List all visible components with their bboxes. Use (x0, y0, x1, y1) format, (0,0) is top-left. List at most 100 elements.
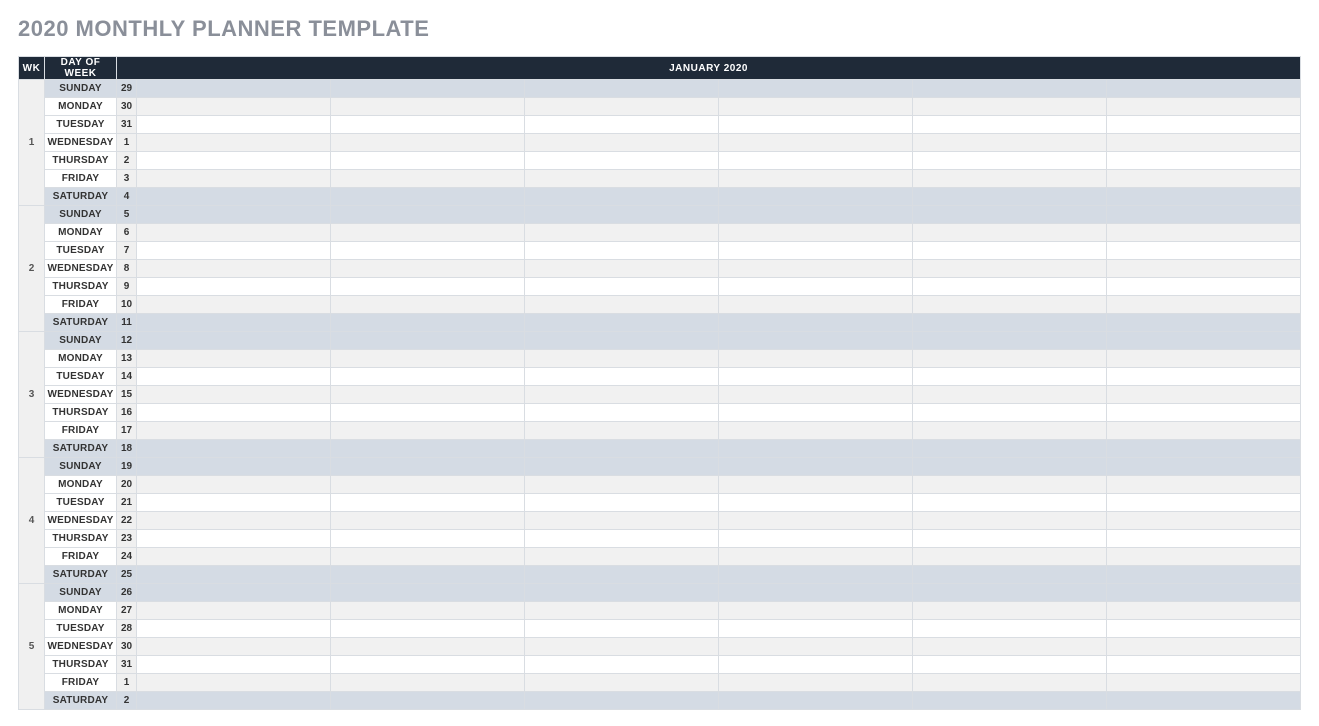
planner-slot[interactable] (331, 584, 525, 602)
planner-slot[interactable] (137, 332, 331, 350)
planner-slot[interactable] (525, 80, 719, 98)
planner-slot[interactable] (525, 242, 719, 260)
planner-slot[interactable] (913, 260, 1107, 278)
planner-slot[interactable] (137, 350, 331, 368)
planner-slot[interactable] (913, 134, 1107, 152)
planner-slot[interactable] (1107, 242, 1301, 260)
planner-slot[interactable] (1107, 386, 1301, 404)
planner-slot[interactable] (331, 494, 525, 512)
planner-slot[interactable] (1107, 188, 1301, 206)
planner-slot[interactable] (137, 494, 331, 512)
planner-slot[interactable] (525, 332, 719, 350)
planner-slot[interactable] (1107, 620, 1301, 638)
planner-slot[interactable] (525, 206, 719, 224)
planner-slot[interactable] (913, 332, 1107, 350)
planner-slot[interactable] (1107, 350, 1301, 368)
planner-slot[interactable] (525, 548, 719, 566)
planner-slot[interactable] (1107, 584, 1301, 602)
planner-slot[interactable] (1107, 314, 1301, 332)
planner-slot[interactable] (331, 278, 525, 296)
planner-slot[interactable] (137, 566, 331, 584)
planner-slot[interactable] (137, 458, 331, 476)
planner-slot[interactable] (719, 332, 913, 350)
planner-slot[interactable] (331, 602, 525, 620)
planner-slot[interactable] (913, 548, 1107, 566)
planner-slot[interactable] (137, 638, 331, 656)
planner-slot[interactable] (1107, 530, 1301, 548)
planner-slot[interactable] (913, 584, 1107, 602)
planner-slot[interactable] (1107, 404, 1301, 422)
planner-slot[interactable] (331, 530, 525, 548)
planner-slot[interactable] (913, 98, 1107, 116)
planner-slot[interactable] (137, 692, 331, 710)
planner-slot[interactable] (331, 692, 525, 710)
planner-slot[interactable] (525, 296, 719, 314)
planner-slot[interactable] (913, 80, 1107, 98)
planner-slot[interactable] (1107, 98, 1301, 116)
planner-slot[interactable] (719, 566, 913, 584)
planner-slot[interactable] (913, 422, 1107, 440)
planner-slot[interactable] (1107, 260, 1301, 278)
planner-slot[interactable] (1107, 440, 1301, 458)
planner-slot[interactable] (137, 152, 331, 170)
planner-slot[interactable] (137, 224, 331, 242)
planner-slot[interactable] (137, 440, 331, 458)
planner-slot[interactable] (913, 458, 1107, 476)
planner-slot[interactable] (1107, 206, 1301, 224)
planner-slot[interactable] (137, 386, 331, 404)
planner-slot[interactable] (331, 170, 525, 188)
planner-slot[interactable] (913, 530, 1107, 548)
planner-slot[interactable] (137, 134, 331, 152)
planner-slot[interactable] (525, 674, 719, 692)
planner-slot[interactable] (1107, 548, 1301, 566)
planner-slot[interactable] (1107, 80, 1301, 98)
planner-slot[interactable] (719, 152, 913, 170)
planner-slot[interactable] (525, 512, 719, 530)
planner-slot[interactable] (331, 296, 525, 314)
planner-slot[interactable] (525, 692, 719, 710)
planner-slot[interactable] (1107, 368, 1301, 386)
planner-slot[interactable] (719, 278, 913, 296)
planner-slot[interactable] (137, 530, 331, 548)
planner-slot[interactable] (719, 314, 913, 332)
planner-slot[interactable] (1107, 638, 1301, 656)
planner-slot[interactable] (719, 638, 913, 656)
planner-slot[interactable] (1107, 692, 1301, 710)
planner-slot[interactable] (331, 368, 525, 386)
planner-slot[interactable] (913, 188, 1107, 206)
planner-slot[interactable] (525, 638, 719, 656)
planner-slot[interactable] (719, 548, 913, 566)
planner-slot[interactable] (137, 314, 331, 332)
planner-slot[interactable] (1107, 656, 1301, 674)
planner-slot[interactable] (1107, 566, 1301, 584)
planner-slot[interactable] (913, 602, 1107, 620)
planner-slot[interactable] (913, 242, 1107, 260)
planner-slot[interactable] (913, 674, 1107, 692)
planner-slot[interactable] (137, 620, 331, 638)
planner-slot[interactable] (525, 440, 719, 458)
planner-slot[interactable] (719, 224, 913, 242)
planner-slot[interactable] (913, 296, 1107, 314)
planner-slot[interactable] (331, 566, 525, 584)
planner-slot[interactable] (525, 566, 719, 584)
planner-slot[interactable] (137, 98, 331, 116)
planner-slot[interactable] (331, 404, 525, 422)
planner-slot[interactable] (331, 206, 525, 224)
planner-slot[interactable] (913, 386, 1107, 404)
planner-slot[interactable] (913, 656, 1107, 674)
planner-slot[interactable] (719, 98, 913, 116)
planner-slot[interactable] (331, 422, 525, 440)
planner-slot[interactable] (525, 368, 719, 386)
planner-slot[interactable] (1107, 170, 1301, 188)
planner-slot[interactable] (331, 242, 525, 260)
planner-slot[interactable] (719, 620, 913, 638)
planner-slot[interactable] (719, 260, 913, 278)
planner-slot[interactable] (525, 278, 719, 296)
planner-slot[interactable] (137, 170, 331, 188)
planner-slot[interactable] (525, 404, 719, 422)
planner-slot[interactable] (1107, 152, 1301, 170)
planner-slot[interactable] (719, 350, 913, 368)
planner-slot[interactable] (719, 116, 913, 134)
planner-slot[interactable] (331, 548, 525, 566)
planner-slot[interactable] (525, 134, 719, 152)
